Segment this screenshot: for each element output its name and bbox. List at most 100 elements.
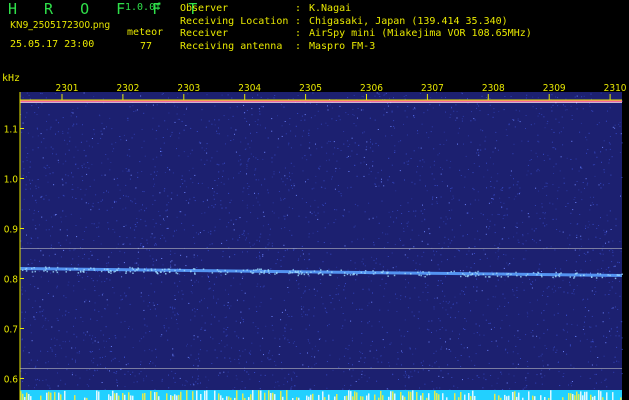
noise-dot bbox=[65, 239, 67, 241]
noise-dot bbox=[56, 339, 58, 341]
noise-dot bbox=[137, 172, 139, 174]
noise-dot bbox=[390, 126, 392, 127]
noise-dot bbox=[584, 333, 586, 335]
bottom-band-spike bbox=[436, 393, 438, 400]
noise-dot bbox=[552, 203, 554, 205]
noise-dot bbox=[329, 104, 331, 106]
bottom-band-spike bbox=[412, 390, 414, 400]
noise-dot bbox=[112, 229, 114, 230]
noise-dot bbox=[292, 98, 294, 100]
noise-dot bbox=[244, 292, 246, 294]
noise-dot bbox=[301, 115, 303, 117]
noise-dot bbox=[503, 267, 505, 269]
noise-dot bbox=[64, 383, 66, 385]
noise-dot bbox=[447, 302, 449, 304]
noise-dot bbox=[123, 195, 124, 197]
bottom-band-spike bbox=[272, 392, 274, 400]
noise-dot bbox=[21, 293, 23, 295]
noise-dot bbox=[444, 295, 446, 297]
noise-dot bbox=[530, 173, 532, 175]
noise-dot bbox=[538, 190, 539, 192]
noise-dot bbox=[555, 148, 557, 150]
noise-dot bbox=[347, 348, 349, 350]
noise-dot bbox=[603, 171, 605, 173]
noise-dot bbox=[97, 202, 99, 204]
noise-dot bbox=[97, 142, 99, 144]
noise-dot bbox=[447, 364, 449, 366]
noise-dot bbox=[246, 120, 248, 122]
noise-dot bbox=[149, 302, 151, 303]
noise-dot bbox=[390, 342, 392, 344]
noise-dot bbox=[150, 361, 151, 362]
noise-dot bbox=[590, 350, 592, 352]
noise-dot bbox=[429, 166, 431, 168]
noise-dot bbox=[194, 200, 196, 202]
signal-speckle bbox=[404, 272, 406, 275]
noise-dot bbox=[584, 187, 585, 189]
noise-dot bbox=[580, 235, 582, 237]
noise-dot bbox=[473, 263, 475, 264]
noise-dot bbox=[88, 385, 90, 387]
noise-dot bbox=[376, 349, 377, 351]
noise-dot bbox=[527, 170, 529, 172]
noise-dot bbox=[31, 340, 33, 342]
signal-speckle bbox=[175, 272, 177, 274]
noise-dot bbox=[324, 227, 326, 229]
noise-dot bbox=[23, 168, 25, 170]
noise-dot bbox=[251, 114, 253, 116]
noise-dot bbox=[114, 231, 116, 233]
noise-dot bbox=[582, 182, 584, 183]
noise-dot bbox=[589, 377, 591, 379]
noise-dot bbox=[26, 112, 28, 114]
noise-dot bbox=[598, 225, 600, 226]
noise-dot bbox=[191, 149, 193, 151]
noise-dot bbox=[68, 312, 70, 313]
noise-dot bbox=[487, 298, 489, 300]
noise-dot bbox=[160, 154, 162, 156]
signal-speckle bbox=[33, 267, 35, 269]
bottom-band-spike bbox=[360, 396, 362, 400]
noise-dot bbox=[439, 303, 441, 304]
noise-dot bbox=[373, 268, 375, 270]
noise-dot bbox=[214, 316, 216, 318]
noise-dot bbox=[562, 328, 564, 330]
noise-dot bbox=[436, 202, 438, 204]
noise-dot bbox=[373, 244, 375, 246]
noise-dot bbox=[489, 98, 491, 100]
noise-dot bbox=[254, 174, 256, 176]
noise-dot bbox=[124, 386, 126, 388]
noise-dot bbox=[195, 232, 197, 234]
noise-dot bbox=[240, 159, 242, 161]
signal-speckle bbox=[251, 272, 253, 274]
noise-dot bbox=[486, 226, 487, 228]
noise-dot bbox=[50, 126, 52, 128]
noise-dot bbox=[308, 259, 310, 261]
noise-dot bbox=[446, 259, 448, 261]
noise-dot bbox=[509, 388, 511, 390]
noise-dot bbox=[584, 321, 585, 323]
noise-dot bbox=[229, 357, 231, 359]
noise-dot bbox=[176, 148, 177, 150]
signal-speckle bbox=[496, 272, 498, 274]
noise-dot bbox=[353, 114, 355, 116]
noise-dot bbox=[134, 262, 136, 264]
noise-dot bbox=[495, 285, 497, 287]
noise-dot bbox=[512, 153, 514, 155]
noise-dot bbox=[585, 227, 586, 229]
noise-dot bbox=[297, 95, 299, 96]
noise-dot bbox=[116, 177, 118, 179]
noise-dot bbox=[181, 290, 183, 292]
noise-dot bbox=[361, 342, 363, 344]
noise-dot bbox=[94, 340, 96, 342]
noise-dot bbox=[465, 286, 467, 288]
noise-dot bbox=[351, 337, 353, 339]
noise-dot bbox=[45, 97, 47, 99]
noise-dot bbox=[400, 205, 402, 206]
noise-dot bbox=[383, 108, 385, 110]
noise-dot bbox=[517, 193, 519, 195]
noise-dot bbox=[439, 338, 441, 339]
noise-dot bbox=[562, 144, 564, 146]
noise-dot bbox=[317, 128, 319, 130]
signal-speckle bbox=[125, 272, 127, 274]
noise-dot bbox=[442, 168, 443, 170]
